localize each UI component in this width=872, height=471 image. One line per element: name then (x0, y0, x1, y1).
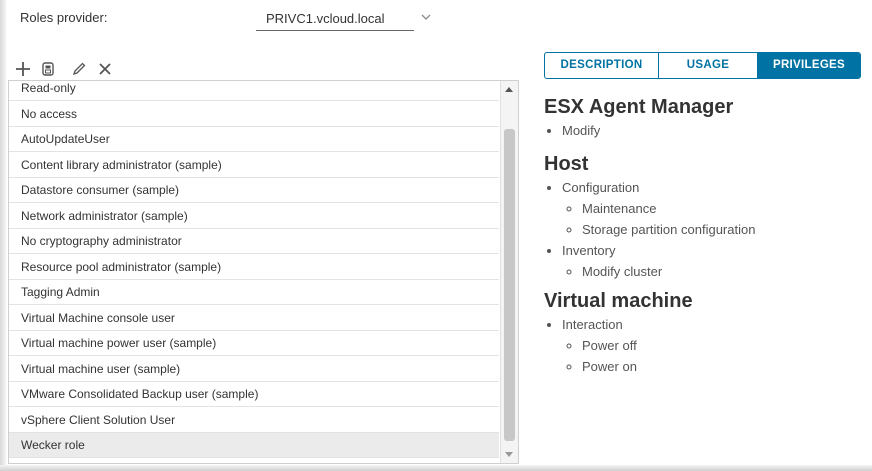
privilege-item: Power off (582, 335, 864, 356)
role-list-item[interactable]: Resource pool administrator (sample) (9, 255, 499, 280)
privilege-category: Interaction (562, 317, 623, 332)
scroll-down-arrow-icon[interactable] (505, 452, 513, 457)
role-list-item[interactable]: Network administrator (sample) (9, 204, 499, 229)
role-list-item[interactable]: VMware Consolidated Backup user (sample) (9, 382, 499, 407)
window-frame-bottom (0, 465, 872, 471)
roles-list[interactable]: Read-only No access AutoUpdateUser Content … (8, 80, 519, 464)
role-detail-tabs: DESCRIPTION USAGE PRIVILEGES (544, 52, 861, 79)
role-list-item[interactable]: No cryptography administrator (9, 229, 499, 254)
clone-icon[interactable] (37, 58, 59, 80)
role-list-item[interactable]: Datastore consumer (sample) (9, 178, 499, 203)
privileges-panel: ESX Agent Manager Modify Host Configurat… (544, 94, 864, 381)
privilege-item: Storage partition configuration (582, 219, 864, 240)
privilege-item: Maintenance (582, 198, 864, 219)
role-list-item[interactable]: Virtual machine power user (sample) (9, 331, 499, 356)
role-list-item[interactable]: Tagging Admin (9, 280, 499, 305)
privilege-group-title: ESX Agent Manager (544, 96, 734, 118)
role-list-item[interactable]: Wecker role (9, 433, 499, 458)
privilege-group-esx-agent-manager: ESX Agent Manager Modify (544, 94, 864, 141)
tab-description[interactable]: DESCRIPTION (545, 53, 658, 78)
role-list-item[interactable]: Content library administrator (sample) (9, 153, 499, 178)
scroll-up-arrow-icon[interactable] (505, 87, 513, 92)
privilege-item: Modify cluster (582, 261, 864, 282)
privilege-item: Modify (562, 120, 864, 141)
tab-usage[interactable]: USAGE (658, 53, 757, 78)
privilege-group-title: Host (544, 153, 589, 175)
tab-privileges[interactable]: PRIVILEGES (757, 53, 860, 78)
roles-provider-select[interactable]: PRIVC1.vcloud.local (256, 6, 414, 31)
add-icon[interactable] (12, 58, 34, 80)
chevron-down-icon[interactable] (420, 10, 432, 22)
roles-list-scrollbar[interactable] (500, 81, 518, 463)
role-list-item[interactable]: Virtual Machine console user (9, 306, 499, 331)
delete-icon[interactable] (94, 58, 116, 80)
privilege-group-host: Host Configuration Maintenance Storage p… (544, 151, 864, 282)
roles-provider-value: PRIVC1.vcloud.local (266, 11, 385, 26)
roles-provider-label: Roles provider: (20, 10, 108, 25)
privilege-group-title: Virtual machine (544, 290, 693, 312)
edit-icon[interactable] (68, 58, 90, 80)
privilege-category: Configuration (562, 180, 640, 195)
role-list-item[interactable]: Read-only (9, 81, 499, 101)
role-list-item[interactable]: No access (9, 102, 499, 127)
privilege-item: Power on (582, 356, 864, 377)
role-list-item[interactable]: vSphere Client Solution User (9, 408, 499, 433)
window-frame-edge (0, 0, 6, 471)
scroll-thumb[interactable] (504, 129, 515, 441)
privilege-category: Inventory (562, 243, 616, 258)
role-list-item[interactable]: Virtual machine user (sample) (9, 357, 499, 382)
role-list-item[interactable]: AutoUpdateUser (9, 127, 499, 152)
privilege-group-virtual-machine: Virtual machine Interaction Power off Po… (544, 288, 864, 377)
